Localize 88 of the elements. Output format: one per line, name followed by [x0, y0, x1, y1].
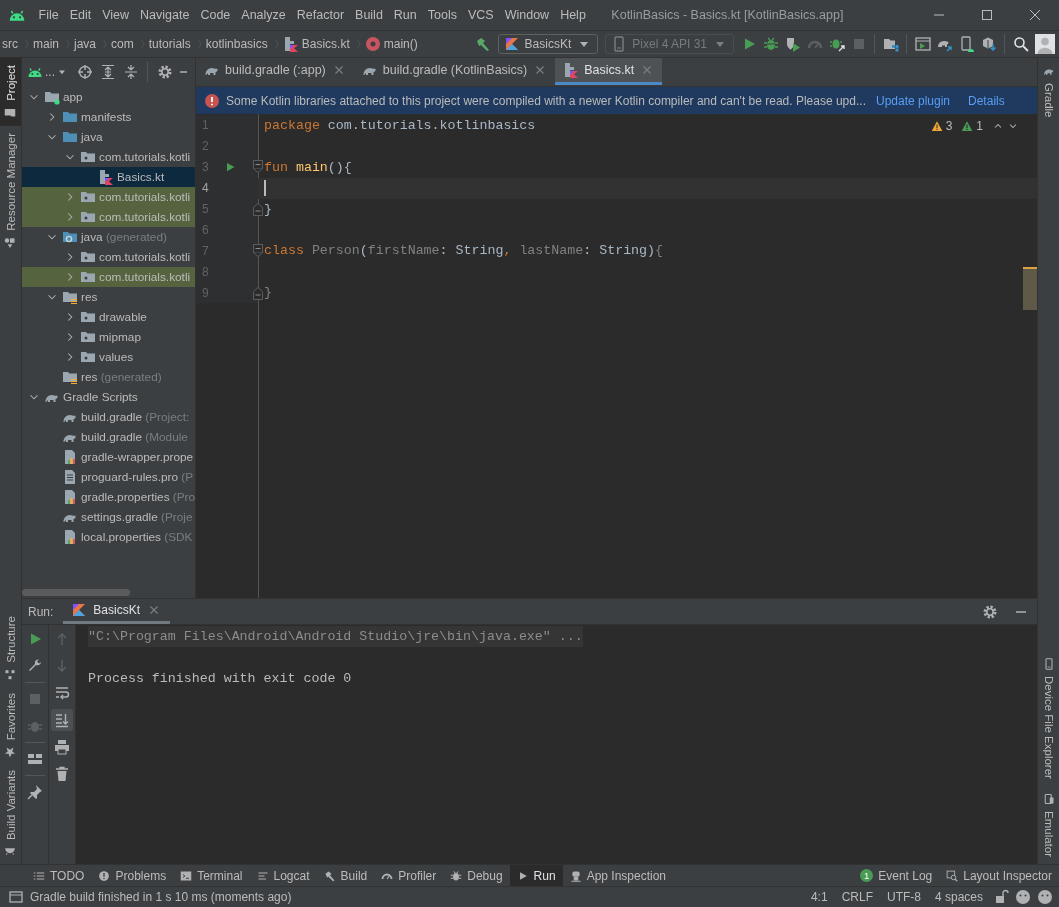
indent-setting[interactable]: 4 spaces — [930, 890, 987, 904]
menu-item[interactable]: Navigate — [134, 0, 195, 30]
tool-window-tab[interactable]: Build Variants — [0, 763, 21, 864]
editor-tab[interactable]: build.gradle (KotlinBasics) — [353, 58, 556, 85]
tree-item[interactable]: mipmap — [22, 327, 195, 347]
editor-tab[interactable]: build.gradle (:app) — [196, 58, 354, 85]
tool-window-tab[interactable]: Device File Explorer — [1038, 651, 1059, 786]
tool-window-tab[interactable]: Project — [0, 58, 21, 126]
tree-item[interactable]: local.properties (SDK — [22, 527, 195, 547]
tree-item[interactable]: gradle.properties (Pro — [22, 487, 195, 507]
editor-tab[interactable]: Basics.kt — [555, 58, 663, 85]
tool-window-tab[interactable]: App Inspection — [562, 865, 673, 886]
breadcrumb[interactable]: kotlinbasics — [205, 32, 283, 56]
console-line: Process finished with exit code 0 — [88, 670, 352, 688]
count-badge: 1 — [860, 869, 874, 882]
panel-title: Run: — [28, 604, 54, 619]
menu-item[interactable]: File — [33, 0, 65, 30]
menu-item[interactable]: Window — [499, 0, 555, 30]
run-configuration-dropdown[interactable]: BasicsKt — [497, 34, 599, 54]
breadcrumb[interactable]: src — [2, 32, 33, 56]
tool-window-tab[interactable]: Terminal — [173, 865, 250, 886]
code-line: } — [264, 200, 272, 219]
breadcrumb[interactable]: tutorials — [148, 32, 206, 56]
breadcrumb[interactable]: main — [33, 32, 74, 56]
tool-window-tab[interactable]: Favorites — [0, 686, 21, 764]
caret-position[interactable]: 4:1 — [806, 890, 832, 904]
tree-item[interactable]: proguard-rules.pro (P — [22, 467, 195, 487]
notification-link[interactable]: Update plugin — [875, 93, 951, 108]
tree-item[interactable]: build.gradle (Project: — [22, 407, 195, 427]
file-encoding[interactable]: UTF-8 — [882, 890, 925, 904]
menu-item[interactable]: Help — [554, 0, 592, 30]
tree-item[interactable]: res — [22, 287, 195, 307]
view-selector[interactable]: ... — [45, 65, 68, 79]
tool-window-tab[interactable]: TODO — [26, 865, 92, 886]
notification-link[interactable]: Details — [968, 93, 1005, 108]
tree-item[interactable]: res (generated) — [22, 367, 195, 387]
tool-window-tab[interactable]: Structure — [0, 609, 21, 687]
line-number: 4 — [201, 181, 210, 196]
menu-item[interactable]: Run — [388, 0, 423, 30]
tree-item[interactable]: com.tutorials.kotli — [22, 187, 195, 207]
code-line: fun main(){ — [264, 158, 352, 177]
tree-item[interactable]: com.tutorials.kotli — [22, 147, 195, 167]
tree-item[interactable]: com.tutorials.kotli — [22, 267, 195, 287]
tool-window-tab[interactable]: Emulator — [1038, 785, 1059, 864]
tree-item[interactable]: Gradle Scripts — [22, 387, 195, 407]
tool-window-tab[interactable]: Logcat — [249, 865, 317, 886]
warning-count: 3 — [945, 119, 953, 133]
tree-item[interactable]: Basics.kt — [22, 167, 195, 187]
tool-window-tab[interactable]: Layout Inspector — [939, 865, 1059, 886]
tool-window-tab[interactable]: Gradle — [1038, 58, 1059, 125]
breadcrumb[interactable]: Basics.kt — [282, 32, 365, 56]
menu-item[interactable]: Code — [194, 0, 236, 30]
menu-item[interactable]: Tools — [422, 0, 463, 30]
breadcrumb[interactable]: java — [74, 32, 112, 56]
breadcrumb[interactable]: com — [111, 32, 149, 56]
tool-window-tab[interactable]: Run — [509, 865, 563, 886]
tool-window-tab[interactable]: Problems — [91, 865, 174, 886]
tree-item[interactable]: drawable — [22, 307, 195, 327]
tree-item[interactable]: settings.gradle (Proje — [22, 507, 195, 527]
window-title: KotlinBasics - Basics.kt [KotlinBasics.app] — [611, 8, 844, 22]
tool-window-tab[interactable]: Build — [316, 865, 375, 886]
line-separator[interactable]: CRLF — [837, 890, 877, 904]
code-line: class Person(firstName: String, lastName: String){ — [264, 242, 664, 261]
tool-window-tab[interactable]: Resource Manager — [0, 125, 21, 256]
status-message: Gradle build finished in 1 s 10 ms (moments ago) — [30, 890, 292, 904]
code-line: } — [264, 284, 272, 303]
breadcrumb[interactable]: main() — [364, 32, 418, 56]
tree-item[interactable]: gradle-wrapper.prope — [22, 447, 195, 467]
menu-item[interactable]: Build — [349, 0, 389, 30]
tool-window-tab[interactable]: Profiler — [374, 865, 444, 886]
tree-item[interactable]: build.gradle (Module — [22, 427, 195, 447]
menu-item[interactable]: Edit — [64, 0, 97, 30]
tree-item[interactable]: app — [22, 87, 195, 107]
tree-item[interactable]: java — [22, 127, 195, 147]
notification-message: Some Kotlin libraries attached to this project were compiled with a newer Kotlin compiler and can't be read. Please upd... — [226, 93, 866, 108]
menu-item[interactable]: VCS — [462, 0, 500, 30]
tree-item[interactable]: java (generated) — [22, 227, 195, 247]
tool-window-tab[interactable]: Debug — [443, 865, 510, 886]
weak-warning-count: 1 — [976, 119, 983, 133]
tree-item[interactable]: com.tutorials.kotli — [22, 207, 195, 227]
menu-item[interactable]: Analyze — [235, 0, 292, 30]
tree-item[interactable]: manifests — [22, 107, 195, 127]
tool-window-tab[interactable]: 1 Event Log — [853, 865, 940, 886]
code-line: package com.tutorials.kotlinbasics — [264, 116, 536, 135]
tree-item[interactable]: values — [22, 347, 195, 367]
menu-item[interactable]: View — [96, 0, 135, 30]
tree-item[interactable]: com.tutorials.kotli — [22, 247, 195, 267]
menu-item[interactable]: Refactor — [291, 0, 350, 30]
